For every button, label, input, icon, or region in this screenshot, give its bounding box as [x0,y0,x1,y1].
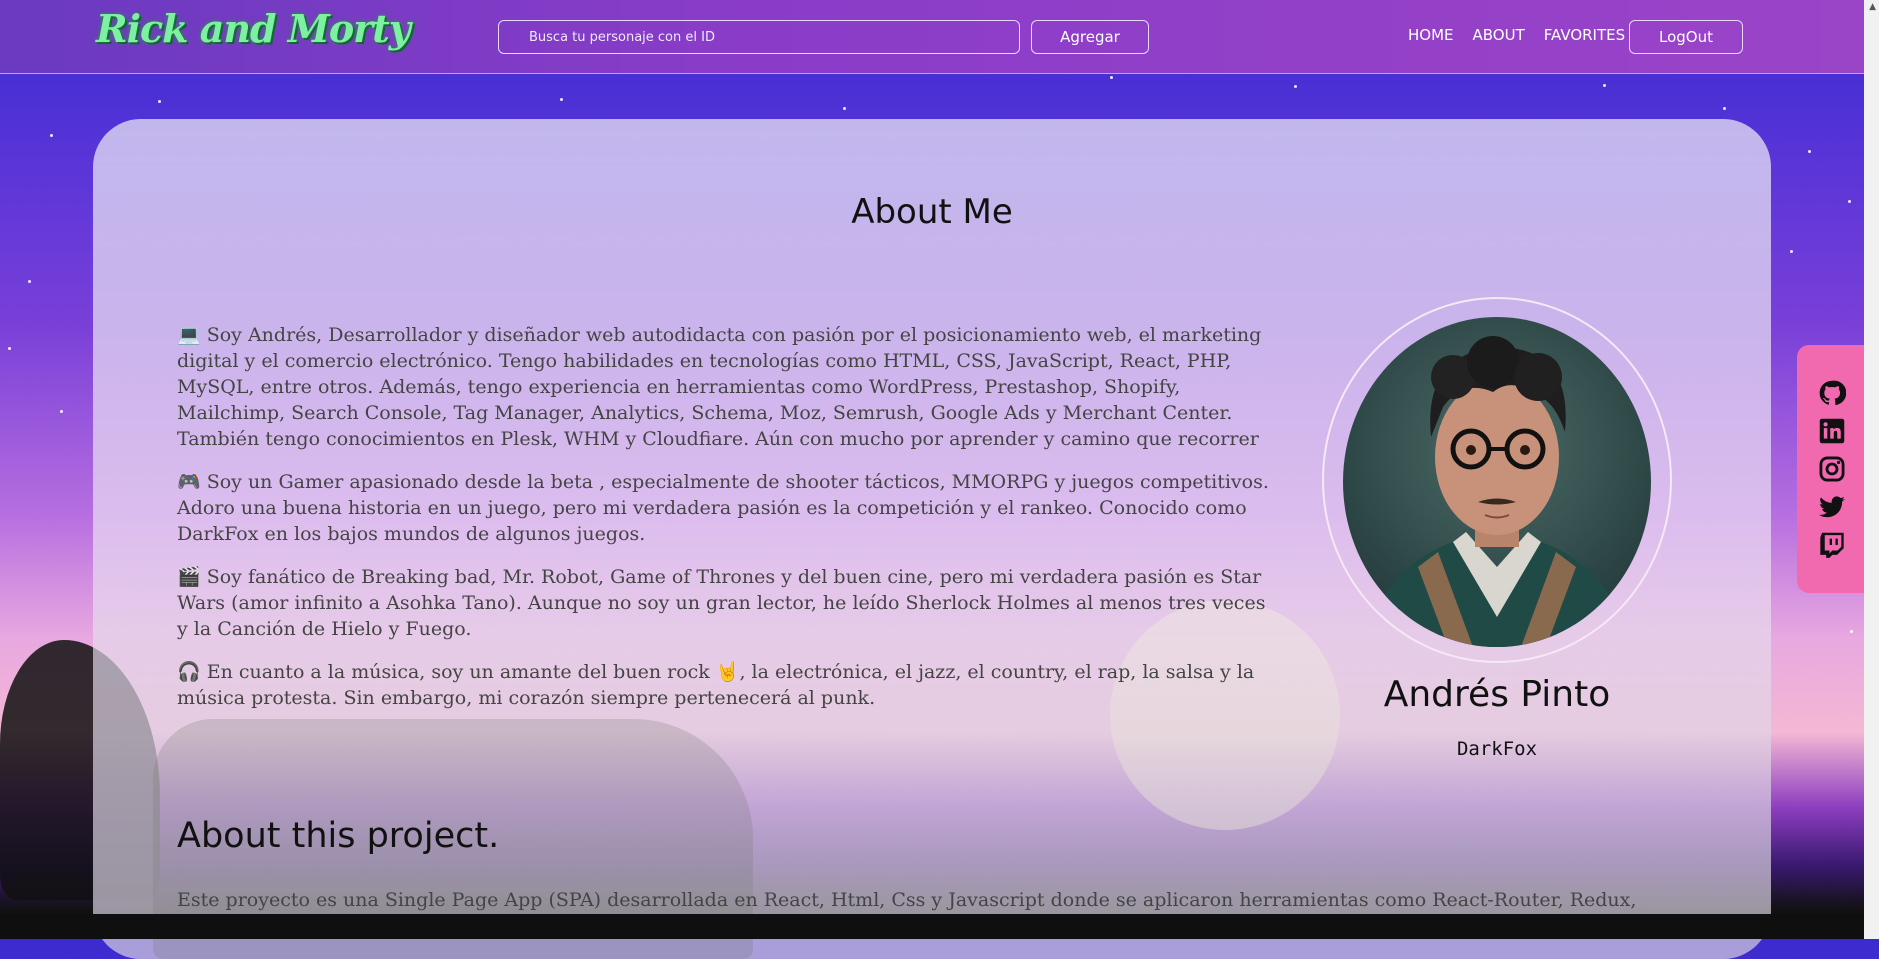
twitter-icon[interactable] [1818,493,1846,521]
scroll-up-arrow-icon[interactable]: ▲ [1869,2,1876,12]
character-search-input[interactable] [498,20,1020,54]
nav-link-favorites[interactable]: FAVORITES [1544,26,1625,44]
gamepad-icon: 🎮 [177,471,201,493]
page-scrollbar[interactable]: ▲ [1864,0,1879,939]
rick-and-morty-logo[interactable]: Rick and Morty [96,6,411,51]
profile-name: Andrés Pinto [1383,674,1611,715]
linkedin-icon[interactable] [1818,417,1846,445]
bio-paragraph: 💻 Soy Andrés, Desarrollador y diseñador … [177,322,1277,452]
headphones-icon: 🎧 [177,661,201,683]
avatar [1343,317,1651,647]
page-title: About Me [851,192,1013,232]
bio-text: Soy un Gamer apasionado desde la beta , … [177,471,1269,545]
nav-links: HOME ABOUT FAVORITES [1408,26,1625,44]
bio-paragraph: 🎮 Soy un Gamer apasionado desde la beta … [177,469,1277,547]
project-title: About this project. [177,816,500,856]
about-card: About Me 💻 Soy Andrés, Desarrollador y d… [93,119,1771,959]
bio-text: Soy Andrés, Desarrollador y diseñador we… [177,324,1262,450]
avatar-portrait [1363,336,1633,647]
bio-section: 💻 Soy Andrés, Desarrollador y diseñador … [177,322,1277,728]
bio-paragraph: 🎧 En cuanto a la música, soy un amante d… [177,659,1277,711]
nav-link-home[interactable]: HOME [1408,26,1454,44]
bio-text: En cuanto a la música, soy un amante del… [177,661,1255,709]
github-icon[interactable] [1818,379,1846,407]
clapperboard-icon: 🎬 [177,566,201,588]
instagram-icon[interactable] [1818,455,1846,483]
laptop-icon: 💻 [177,324,201,346]
nav-link-about[interactable]: ABOUT [1473,26,1525,44]
bio-paragraph: 🎬 Soy fanático de Breaking bad, Mr. Robo… [177,564,1277,642]
page-bottom-band [0,914,1864,939]
social-links-sidebar [1797,345,1867,593]
logout-button[interactable]: LogOut [1629,20,1743,54]
twitch-icon[interactable] [1818,531,1846,559]
add-character-button[interactable]: Agregar [1031,20,1149,54]
top-navbar: Rick and Morty Agregar HOME ABOUT FAVORI… [0,0,1864,74]
bio-text: Soy fanático de Breaking bad, Mr. Robot,… [177,566,1266,640]
profile-nickname: DarkFox [1456,738,1538,760]
